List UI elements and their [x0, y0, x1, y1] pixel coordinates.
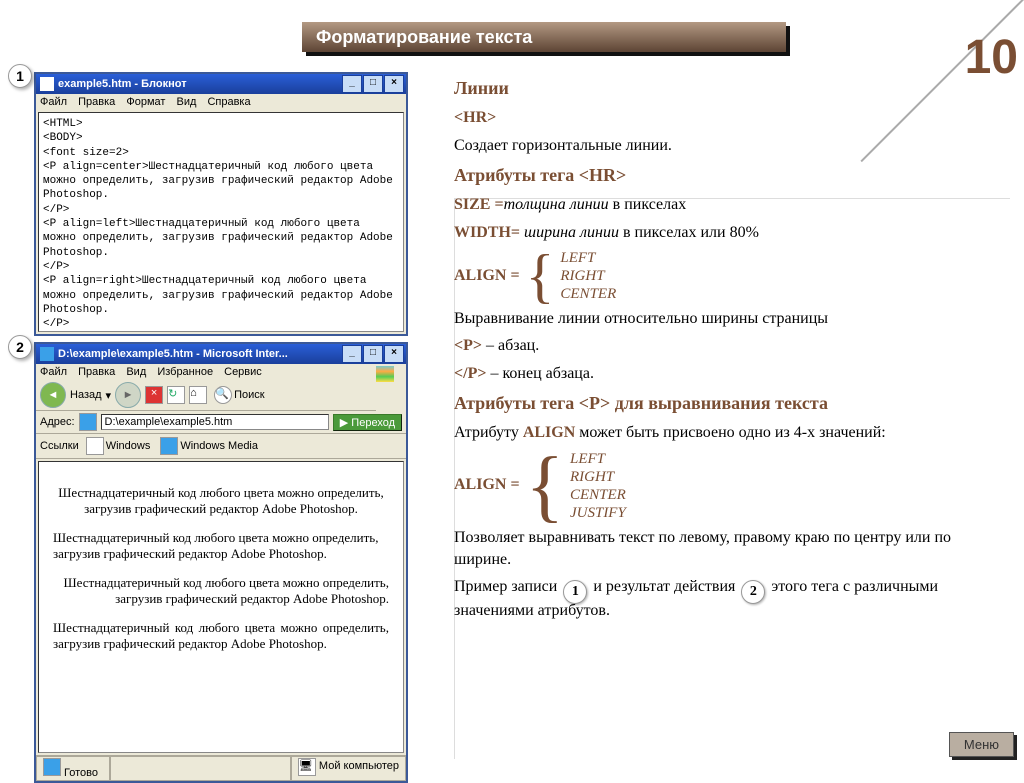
- search-button[interactable]: 🔍Поиск: [211, 385, 267, 405]
- address-label: Адрес:: [40, 416, 75, 428]
- minimize-icon[interactable]: _: [342, 345, 362, 363]
- stop-icon[interactable]: ×: [145, 386, 163, 404]
- opt-right: RIGHT: [560, 267, 616, 285]
- address-input[interactable]: D:\example\example5.htm: [101, 414, 329, 430]
- opt-center: CENTER: [560, 285, 616, 303]
- notepad-window: example5.htm - Блокнот _□× Файл Правка Ф…: [34, 72, 408, 336]
- opt-right: RIGHT: [570, 468, 626, 486]
- heading-hr-attrs: Атрибуты тега <HR>: [454, 163, 994, 188]
- search-icon: 🔍: [214, 386, 232, 404]
- menu-button[interactable]: Меню: [949, 732, 1014, 757]
- tail-2: Пример записи 1 и результат действия 2 э…: [454, 576, 994, 622]
- ie-menubar[interactable]: Файл Правка Вид Избранное Сервис: [36, 364, 406, 380]
- menu-view[interactable]: Вид: [126, 366, 146, 378]
- forward-button[interactable]: ►: [115, 382, 141, 408]
- win-icon: [86, 437, 104, 455]
- links-label: Ссылки: [40, 440, 79, 452]
- ie-title: D:\example\example5.htm - Microsoft Inte…: [58, 348, 288, 360]
- menu-service[interactable]: Сервис: [224, 366, 262, 378]
- ie-address-bar[interactable]: Адрес: D:\example\example5.htm ▶ Переход: [36, 411, 406, 434]
- maximize-icon[interactable]: □: [363, 345, 383, 363]
- attr-width: WIDTH= ширина линии в пикселах или 80%: [454, 222, 994, 244]
- brace-icon: {: [526, 454, 564, 518]
- slide-content: Линии <HR> Создает горизонтальные линии.…: [454, 70, 994, 628]
- ie-icon: [160, 437, 178, 455]
- notepad-menubar[interactable]: Файл Правка Формат Вид Справка: [36, 94, 406, 110]
- window-controls[interactable]: _□×: [341, 75, 404, 93]
- align-block-1: ALIGN = { LEFT RIGHT CENTER: [454, 249, 994, 303]
- menu-edit[interactable]: Правка: [78, 366, 115, 378]
- tail-1: Позволяет выравнивать текст по левому, п…: [454, 527, 994, 572]
- para-left: Шестнадцатеричный код любого цвета можно…: [53, 530, 389, 562]
- window-controls[interactable]: _□×: [341, 345, 404, 363]
- para-center: Шестнадцатеричный код любого цвета можно…: [53, 485, 389, 517]
- back-button[interactable]: ◄: [40, 382, 66, 408]
- opt-center: CENTER: [570, 486, 626, 504]
- badge-1-inline: 1: [563, 580, 587, 604]
- opt-left: LEFT: [560, 249, 616, 267]
- link-windows[interactable]: Windows: [83, 436, 154, 456]
- brace-icon: {: [526, 252, 555, 300]
- ie-links-bar[interactable]: Ссылки Windows Windows Media: [36, 434, 406, 459]
- menu-format[interactable]: Формат: [126, 96, 165, 108]
- badge-2: 2: [8, 335, 32, 359]
- menu-fav[interactable]: Избранное: [157, 366, 213, 378]
- attr-size: SIZE =толщина линии в пикселах: [454, 194, 994, 216]
- minimize-icon[interactable]: _: [342, 75, 362, 93]
- back-label[interactable]: Назад: [70, 389, 102, 401]
- notepad-title: example5.htm - Блокнот: [58, 78, 187, 90]
- go-button[interactable]: ▶ Переход: [333, 414, 402, 431]
- menu-file[interactable]: Файл: [40, 96, 67, 108]
- para-justify: Шестнадцатеричный код любого цвета можно…: [53, 620, 389, 652]
- ie-nav-toolbar[interactable]: ◄ Назад▾ ► × ↻ ⌂ 🔍Поиск: [36, 380, 376, 411]
- menu-edit[interactable]: Правка: [78, 96, 115, 108]
- ie-window: D:\example\example5.htm - Microsoft Inte…: [34, 342, 408, 783]
- badge-2-inline: 2: [741, 580, 765, 604]
- page-icon: [43, 758, 61, 776]
- ie-document: Шестнадцатеричный код любого цвета можно…: [38, 461, 404, 753]
- windows-flag-icon: [376, 366, 394, 382]
- menu-file[interactable]: Файл: [40, 366, 67, 378]
- slide-number: 10: [965, 30, 1018, 85]
- opt-left: LEFT: [570, 450, 626, 468]
- hr-description: Создает горизонтальные линии.: [454, 135, 994, 157]
- close-icon[interactable]: ×: [384, 75, 404, 93]
- p-close: </P> – конец абзаца.: [454, 363, 994, 385]
- badge-1: 1: [8, 64, 32, 88]
- status-ready: Готово: [36, 756, 110, 781]
- page-icon: [79, 413, 97, 431]
- align-block-2: ALIGN = { LEFT RIGHT CENTER JUSTIFY: [454, 450, 994, 522]
- maximize-icon[interactable]: □: [363, 75, 383, 93]
- heading-lines: Линии: [454, 76, 994, 101]
- p-open: <P> – абзац.: [454, 335, 994, 357]
- menu-view[interactable]: Вид: [176, 96, 196, 108]
- notepad-content[interactable]: <HTML> <BODY> <font size=2> <P align=cen…: [38, 112, 404, 332]
- ie-app-icon: [40, 347, 54, 361]
- notepad-icon: [40, 77, 54, 91]
- computer-icon: 🖥: [298, 758, 316, 776]
- slide-title: Форматирование текста: [302, 22, 786, 52]
- refresh-icon[interactable]: ↻: [167, 386, 185, 404]
- link-winmedia[interactable]: Windows Media: [157, 436, 261, 456]
- ie-titlebar: D:\example\example5.htm - Microsoft Inte…: [36, 344, 406, 364]
- heading-p-attrs: Атрибуты тега <P> для выравнивания текст…: [454, 391, 994, 416]
- close-icon[interactable]: ×: [384, 345, 404, 363]
- para-right: Шестнадцатеричный код любого цвета можно…: [53, 575, 389, 607]
- status-zone: 🖥 Мой компьютер: [291, 756, 406, 781]
- menu-help[interactable]: Справка: [207, 96, 250, 108]
- ie-statusbar: Готово 🖥 Мой компьютер: [36, 755, 406, 781]
- notepad-titlebar: example5.htm - Блокнот _□×: [36, 74, 406, 94]
- home-icon[interactable]: ⌂: [189, 386, 207, 404]
- align-desc: Выравнивание линии относительно ширины с…: [454, 308, 994, 330]
- opt-justify: JUSTIFY: [570, 504, 626, 522]
